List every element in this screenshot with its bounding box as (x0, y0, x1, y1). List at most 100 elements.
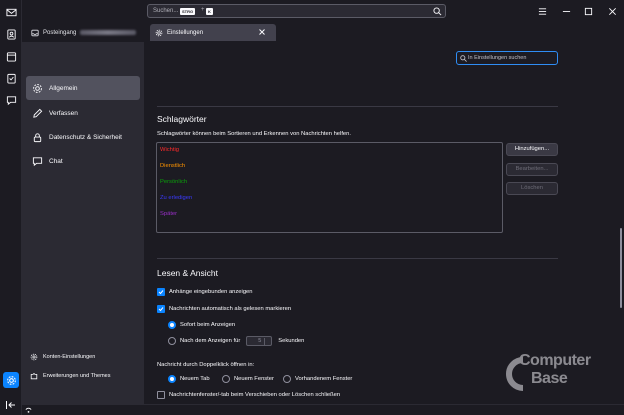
watermark-line2: Base (531, 370, 568, 387)
addons-themes-link[interactable]: Erweiterungen und Themes (30, 369, 110, 383)
shortcut-plus: + (201, 7, 205, 13)
radio-label: Vorhandenem Fenster (295, 376, 353, 382)
nav-item-chat[interactable]: Chat (26, 149, 140, 173)
radio[interactable] (283, 375, 291, 383)
chat-icon (32, 156, 43, 166)
open-new-tab-radio[interactable]: Neuem Tab (168, 375, 210, 383)
nav-item-general[interactable]: Allgemein (26, 76, 140, 100)
minimize-icon (562, 10, 570, 12)
list-item[interactable]: Später (160, 211, 177, 217)
pencil-icon (33, 108, 43, 118)
close-icon (608, 7, 616, 15)
delay-seconds-value: 5 (258, 338, 262, 344)
nav-item-privacy-security[interactable]: Datenschutz & Sicherheit (26, 125, 140, 149)
delete-tag-button[interactable]: Löschen (506, 182, 558, 195)
radio-label: Nach dem Anzeigen für (180, 338, 241, 344)
shortcut-key-k: K (206, 8, 213, 15)
mail-icon[interactable] (3, 4, 19, 20)
check-icon (158, 307, 164, 312)
delay-seconds-stepper[interactable]: 5 (246, 336, 273, 346)
checkbox[interactable] (157, 305, 165, 313)
tags-description: Schlagwörter können beim Sortieren und E… (157, 131, 351, 137)
nav-item-label: Chat (49, 157, 63, 165)
add-tag-button[interactable]: Hinzufügen... (506, 143, 558, 156)
nav-item-label: Datenschutz & Sicherheit (49, 133, 122, 141)
section-divider (157, 258, 558, 259)
radio[interactable] (168, 337, 176, 345)
tab-settings[interactable]: Einstellungen (150, 24, 276, 41)
watermark-line1: Computer (519, 352, 591, 369)
address-book-icon[interactable] (3, 26, 19, 42)
settings-space-icon[interactable] (3, 372, 19, 388)
close-on-move-checkbox[interactable]: Nachrichtenfenster/-tab beim Verschieben… (157, 391, 340, 399)
section-divider (157, 106, 558, 107)
search-icon (460, 55, 467, 62)
scrollbar-thumb[interactable] (620, 228, 622, 308)
checkbox[interactable] (157, 391, 165, 399)
tags-list[interactable]: Wichtig Dienstlich Persönlich Zu erledig… (156, 142, 503, 233)
computerbase-watermark: Computer Base (497, 350, 615, 404)
addons-themes-label: Erweiterungen und Themes (43, 373, 111, 379)
tasks-icon[interactable] (3, 70, 19, 86)
stepper-arrows-icon[interactable] (264, 338, 270, 345)
double-click-label-text: Nachricht durch Doppelklick öffnen in: (157, 362, 255, 368)
inbox-icon (31, 29, 39, 36)
lock-icon (33, 132, 42, 142)
checkbox-label: Nachrichtenfenster/-tab beim Verschieben… (169, 392, 341, 398)
mark-after-delay-radio[interactable]: Nach dem Anzeigen für 5 Sekunden (168, 336, 304, 346)
account-settings-icon (30, 353, 38, 361)
redacted-account-name (80, 30, 137, 35)
spaces-toolbar (0, 0, 22, 415)
checkbox[interactable] (157, 288, 165, 296)
radio[interactable] (168, 321, 176, 329)
global-search-input[interactable]: Suchen... STRG + K (147, 4, 446, 18)
tab-inbox-label: Posteingang (43, 29, 77, 36)
tab-bar: Posteingang Einstellungen (22, 22, 624, 42)
edit-tag-button[interactable]: Bearbeiten... (506, 163, 558, 176)
title-bar: Suchen... STRG + K (22, 0, 624, 22)
maximize-button[interactable] (582, 5, 594, 17)
mark-immediately-radio[interactable]: Sofort beim Anzeigen (168, 321, 235, 329)
list-item[interactable]: Dienstlich (160, 163, 185, 169)
nav-item-label: Verfassen (49, 109, 78, 117)
gear-icon (155, 29, 163, 36)
account-settings-link[interactable]: Konten-Einstellungen (30, 350, 95, 364)
radio-label: Neuem Fenster (234, 376, 274, 382)
online-status-icon[interactable] (25, 407, 32, 414)
settings-nav: Allgemein Verfassen Datenschutz & Sicher… (22, 42, 144, 404)
list-item[interactable]: Zu erledigen (160, 195, 192, 201)
close-tab-icon[interactable] (258, 28, 266, 36)
chat-icon[interactable] (3, 92, 19, 108)
open-existing-window-radio[interactable]: Vorhandenem Fenster (283, 375, 352, 383)
minimize-button[interactable] (560, 5, 572, 17)
checkbox-label: Anhänge eingebunden anzeigen (169, 289, 253, 295)
checkbox-label: Nachrichten automatisch als gelesen mark… (169, 306, 292, 312)
tab-settings-label: Einstellungen (167, 29, 204, 36)
app-menu-button[interactable] (536, 5, 548, 17)
puzzle-icon (30, 373, 38, 380)
open-new-window-radio[interactable]: Neuem Fenster (222, 375, 274, 383)
radio[interactable] (222, 375, 230, 383)
nav-item-label: Allgemein (49, 84, 78, 92)
collapse-spaces-icon[interactable] (5, 400, 17, 410)
close-window-button[interactable] (606, 5, 618, 17)
calendar-icon[interactable] (3, 48, 19, 64)
radio-label: Neuem Tab (180, 376, 210, 382)
tags-section-title: Schlagwörter (157, 114, 207, 124)
list-item[interactable]: Wichtig (160, 147, 179, 153)
radio[interactable] (168, 375, 176, 383)
nav-item-compose[interactable]: Verfassen (26, 101, 140, 125)
auto-mark-read-checkbox[interactable]: Nachrichten automatisch als gelesen mark… (157, 305, 291, 313)
reading-section-title: Lesen & Ansicht (157, 268, 218, 278)
radio-label: Sofort beim Anzeigen (180, 322, 236, 328)
double-click-label: Nachricht durch Doppelklick öffnen in: (157, 362, 254, 368)
inline-attachments-checkbox[interactable]: Anhänge eingebunden anzeigen (157, 288, 253, 296)
search-placeholder: Suchen... (153, 8, 179, 14)
delay-unit-label: Sekunden (278, 338, 305, 344)
tab-inbox[interactable]: Posteingang (26, 24, 150, 41)
search-icon (433, 7, 442, 16)
maximize-icon (584, 7, 592, 15)
shortcut-key-ctrl: STRG (180, 8, 196, 15)
list-item[interactable]: Persönlich (160, 179, 187, 185)
settings-search-input[interactable]: In Einstellungen suchen (456, 51, 558, 65)
